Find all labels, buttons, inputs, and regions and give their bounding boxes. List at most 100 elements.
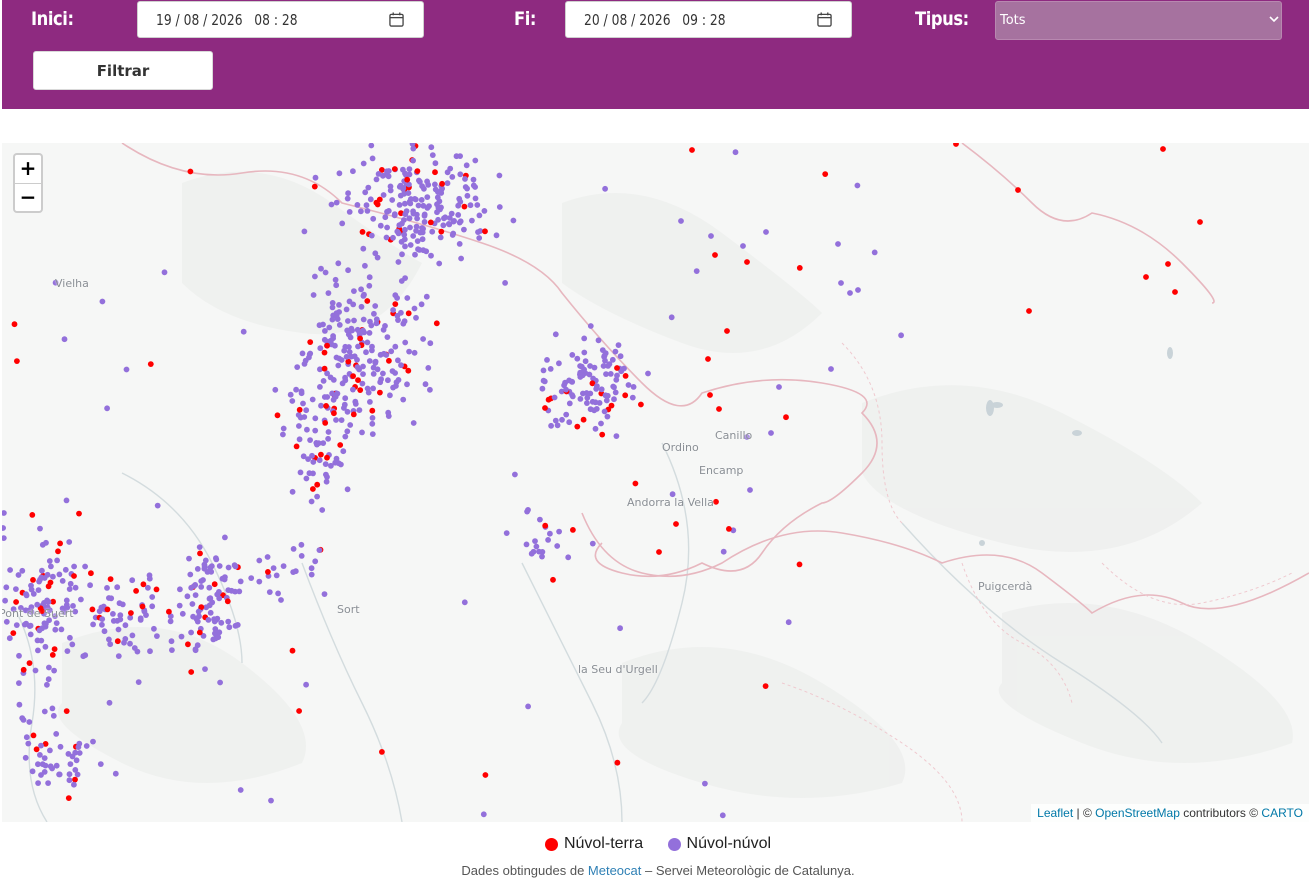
cloud-ground-strike xyxy=(379,749,385,755)
cloud-cloud-strike xyxy=(82,563,88,570)
cloud-cloud-strike xyxy=(75,744,82,750)
calendar-icon[interactable] xyxy=(389,12,404,27)
zoom-in-button[interactable]: + xyxy=(15,155,41,183)
cloud-cloud-strike xyxy=(425,365,432,371)
cloud-cloud-strike xyxy=(76,750,83,756)
cloud-cloud-strike xyxy=(390,307,396,313)
cloud-cloud-strike xyxy=(198,578,205,584)
filter-button[interactable]: Filtrar xyxy=(33,51,213,90)
place-label: Andorra la Vella xyxy=(627,496,714,509)
cloud-cloud-strike xyxy=(37,752,43,758)
cloud-cloud-strike xyxy=(828,366,834,372)
cloud-cloud-strike xyxy=(106,699,113,706)
start-datetime-value: 19 / 08 / 2026 08 : 28 xyxy=(156,11,298,29)
cloud-cloud-strike xyxy=(394,295,400,301)
cloud-cloud-strike xyxy=(300,453,307,460)
cloud-cloud-strike xyxy=(307,437,313,443)
cloud-ground-strike xyxy=(822,171,829,177)
cloud-ground-strike xyxy=(71,573,77,579)
cloud-ground-strike xyxy=(47,579,54,586)
cloud-cloud-strike xyxy=(838,280,844,286)
cloud-cloud-strike xyxy=(693,268,700,274)
type-select[interactable]: Tots xyxy=(995,1,1282,40)
cloud-cloud-strike xyxy=(446,221,453,228)
cloud-cloud-strike xyxy=(325,429,332,435)
place-label: Vielha xyxy=(55,277,89,290)
cloud-cloud-strike xyxy=(645,370,651,377)
cloud-ground-strike xyxy=(323,403,329,409)
cloud-cloud-strike xyxy=(402,339,409,346)
cloud-cloud-strike xyxy=(298,541,305,548)
end-datetime-input[interactable]: 20 / 08 / 2026 09 : 28 xyxy=(565,1,852,38)
lightning-map[interactable]: + − Vielha Sort la Seu d'Urgell Ordino C… xyxy=(2,143,1309,822)
cloud-ground-strike xyxy=(107,576,114,582)
cloud-cloud-strike xyxy=(552,417,559,424)
cloud-cloud-strike xyxy=(457,218,464,225)
cloud-cloud-strike xyxy=(436,260,443,267)
cloud-cloud-strike xyxy=(217,679,224,686)
cloud-cloud-strike xyxy=(268,797,274,804)
cloud-cloud-strike xyxy=(112,770,119,777)
cloud-cloud-strike xyxy=(266,589,273,595)
cloud-ground-strike xyxy=(574,423,581,430)
cloud-cloud-strike xyxy=(343,353,350,360)
cloud-cloud-strike xyxy=(69,753,76,760)
cloud-cloud-strike xyxy=(186,555,192,562)
cloud-ground-strike xyxy=(427,219,434,226)
cloud-cloud-strike xyxy=(333,199,340,206)
zoom-out-button[interactable]: − xyxy=(15,183,41,211)
cloud-cloud-strike xyxy=(78,596,84,603)
start-datetime-input[interactable]: 19 / 08 / 2026 08 : 28 xyxy=(137,1,424,38)
cloud-cloud-strike xyxy=(321,591,328,597)
cloud-ground-strike xyxy=(796,265,803,271)
cloud-ground-strike xyxy=(355,377,361,383)
cloud-cloud-strike xyxy=(470,182,477,189)
cloud-cloud-strike xyxy=(25,740,32,747)
carto-link[interactable]: CARTO xyxy=(1261,806,1303,820)
cloud-cloud-strike xyxy=(332,342,338,349)
cloud-ground-strike xyxy=(197,550,203,557)
meteocat-link[interactable]: Meteocat xyxy=(588,863,641,878)
cloud-cloud-strike xyxy=(275,590,281,597)
cloud-cloud-strike xyxy=(308,571,315,578)
cloud-cloud-strike xyxy=(360,160,367,167)
cloud-cloud-strike xyxy=(855,287,861,293)
cloud-cloud-strike xyxy=(154,502,161,509)
cloud-cloud-strike xyxy=(368,232,375,239)
cloud-cloud-strike xyxy=(59,578,66,584)
cloud-cloud-strike xyxy=(392,370,398,376)
cloud-cloud-strike xyxy=(338,417,345,423)
leaflet-link[interactable]: Leaflet xyxy=(1037,806,1073,820)
map-legend: Núvol-terra Núvol-núvol xyxy=(0,835,1316,856)
osm-link[interactable]: OpenStreetMap xyxy=(1095,806,1180,820)
cloud-cloud-strike xyxy=(415,202,422,209)
cloud-ground-strike xyxy=(49,652,56,658)
cloud-cloud-strike xyxy=(41,755,48,761)
calendar-icon[interactable] xyxy=(817,12,832,27)
cloud-cloud-strike xyxy=(66,771,73,778)
cloud-cloud-strike xyxy=(401,318,408,325)
cloud-cloud-strike xyxy=(41,620,48,627)
cloud-cloud-strike xyxy=(66,586,73,592)
cloud-cloud-strike xyxy=(339,220,346,227)
cloud-cloud-strike xyxy=(147,648,153,655)
cloud-cloud-strike xyxy=(213,616,220,623)
cloud-ground-strike xyxy=(1172,289,1178,295)
cloud-cloud-strike xyxy=(569,352,576,358)
cloud-cloud-strike xyxy=(383,234,390,241)
cloud-cloud-strike xyxy=(344,195,351,202)
cloud-cloud-strike xyxy=(351,288,357,294)
cloud-cloud-strike xyxy=(42,643,49,650)
legend-label: Núvol-núvol xyxy=(686,835,772,852)
start-label: Inici: xyxy=(31,8,74,30)
cloud-ground-strike xyxy=(139,603,146,610)
cloud-ground-strike xyxy=(1026,308,1032,314)
cloud-cloud-strike xyxy=(374,366,381,373)
cloud-ground-strike xyxy=(707,392,713,398)
cloud-ground-strike xyxy=(196,629,203,636)
filter-button-label: Filtrar xyxy=(96,62,150,80)
cloud-ground-strike xyxy=(391,166,398,172)
cloud-cloud-strike xyxy=(329,390,335,397)
cloud-cloud-strike xyxy=(404,295,411,301)
cloud-cloud-strike xyxy=(358,286,364,293)
